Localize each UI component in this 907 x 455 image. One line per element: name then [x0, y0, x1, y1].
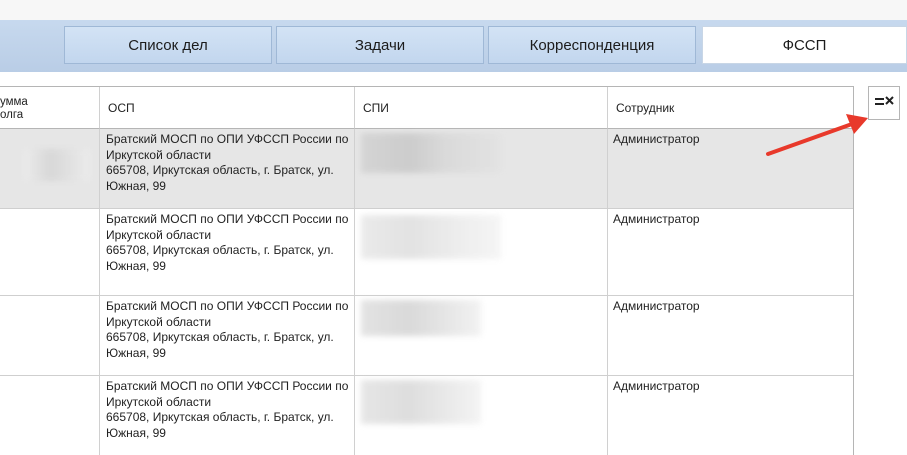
debt-cell — [0, 296, 100, 375]
tab-case-list[interactable]: Список дел — [64, 26, 272, 64]
osp-cell: Братский МОСП по ОПИ УФССП России по Ирк… — [100, 376, 355, 455]
osp-name: Братский МОСП по ОПИ УФССП России по Ирк… — [106, 212, 349, 242]
column-header-debt[interactable]: умма олга — [0, 87, 100, 129]
debt-cell — [0, 209, 100, 295]
redacted-value — [24, 149, 90, 181]
spi-cell — [355, 209, 608, 295]
tab-fssp[interactable]: ФССП — [702, 26, 907, 64]
osp-name: Братский МОСП по ОПИ УФССП России по Ирк… — [106, 299, 349, 329]
column-header-employee-label: Сотрудник — [616, 100, 675, 115]
tab-fssp-label: ФССП — [782, 36, 827, 54]
employee-name: Администратор — [613, 299, 700, 313]
redacted-value — [361, 300, 481, 336]
table-row[interactable]: Братский МОСП по ОПИ УФССП России по Ирк… — [0, 129, 853, 209]
spi-cell — [355, 129, 608, 208]
table-row[interactable]: Братский МОСП по ОПИ УФССП России по Ирк… — [0, 296, 853, 376]
column-header-spi[interactable]: СПИ — [355, 87, 608, 129]
tab-correspondence-label: Корреспонденция — [529, 36, 655, 54]
redacted-value — [361, 215, 501, 259]
column-header-osp-label: ОСП — [108, 100, 135, 115]
column-header-spi-label: СПИ — [363, 100, 389, 115]
redacted-value — [361, 133, 501, 173]
osp-cell: Братский МОСП по ОПИ УФССП России по Ирк… — [100, 296, 355, 375]
tab-correspondence[interactable]: Корреспонденция — [488, 26, 696, 64]
employee-cell: Администратор — [608, 296, 853, 375]
table-row[interactable]: Братский МОСП по ОПИ УФССП России по Ирк… — [0, 376, 853, 455]
spi-cell — [355, 376, 608, 455]
employee-name: Администратор — [613, 212, 700, 226]
osp-address: 665708, Иркутская область, г. Братск, ул… — [106, 330, 334, 360]
fssp-grid[interactable]: умма олга ОСП СПИ Сотрудник Братский МОС… — [0, 86, 854, 455]
spi-cell — [355, 296, 608, 375]
osp-name: Братский МОСП по ОПИ УФССП России по Ирк… — [106, 132, 349, 162]
annotation-arrow-icon — [766, 114, 868, 156]
osp-cell: Братский МОСП по ОПИ УФССП России по Ирк… — [100, 129, 355, 208]
table-row[interactable]: Братский МОСП по ОПИ УФССП России по Ирк… — [0, 209, 853, 296]
employee-cell: Администратор — [608, 209, 853, 295]
employee-name: Администратор — [613, 379, 700, 393]
osp-address: 665708, Иркутская область, г. Братск, ул… — [106, 243, 334, 273]
window-top-strip — [0, 0, 907, 20]
redacted-value — [361, 380, 481, 424]
osp-address: 665708, Иркутская область, г. Братск, ул… — [106, 163, 334, 193]
column-header-osp[interactable]: ОСП — [100, 87, 355, 129]
column-header-debt-label: умма олга — [0, 96, 28, 121]
tab-tasks[interactable]: Задачи — [276, 26, 484, 64]
tab-tasks-label: Задачи — [354, 36, 406, 54]
osp-cell: Братский МОСП по ОПИ УФССП России по Ирк… — [100, 209, 355, 295]
employee-cell: Администратор — [608, 376, 853, 455]
osp-address: 665708, Иркутская область, г. Братск, ул… — [106, 410, 334, 440]
debt-cell — [0, 129, 100, 208]
tab-case-list-label: Список дел — [128, 36, 208, 54]
osp-name: Братский МОСП по ОПИ УФССП России по Ирк… — [106, 379, 349, 409]
employee-name: Администратор — [613, 132, 700, 146]
debt-cell — [0, 376, 100, 455]
